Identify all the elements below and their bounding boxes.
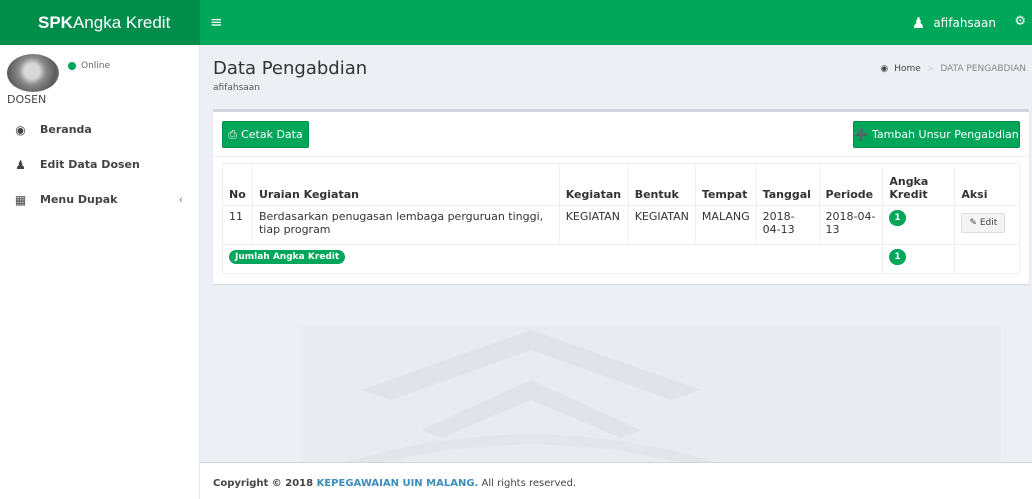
col-header-tempat: Tempat: [694, 163, 757, 206]
col-header-uraian: Uraian Kegiatan: [251, 163, 560, 206]
box-divider: [213, 156, 1029, 157]
online-status: Online: [68, 61, 110, 71]
gears-icon[interactable]: ⚙: [1014, 14, 1026, 29]
sidebar-item-label: Edit Data Dosen: [40, 158, 140, 171]
col-header-tanggal: Tanggal: [755, 163, 820, 206]
cell-periode: 2018-04-13: [818, 205, 884, 245]
sidebar-item-label: Menu Dupak: [40, 193, 118, 206]
sidebar: Online DOSEN ◉ Beranda ♟ Edit Data Dosen…: [0, 45, 200, 499]
col-header-angka-kredit: Angka Kredit: [882, 163, 956, 206]
footer: Copyright © 2018 KEPEGAWAIAN UIN MALANG.…: [200, 462, 1032, 499]
cell-sum-value: 1: [882, 244, 956, 274]
sidebar-menu: ◉ Beranda ♟ Edit Data Dosen ▦ Menu Dupak…: [0, 112, 199, 217]
cell-aksi: ✎ Edit: [954, 205, 1020, 245]
cell-kegiatan: KEGIATAN: [558, 205, 629, 245]
table-summary-row: Jumlah Angka Kredit 1: [221, 244, 1020, 274]
angka-kredit-badge: 1: [889, 210, 906, 226]
users-icon: ♟: [911, 13, 926, 32]
edit-button[interactable]: ✎ Edit: [961, 213, 1006, 233]
col-header-no: No: [222, 163, 253, 206]
chevron-left-icon: ‹: [178, 193, 183, 206]
sidebar-item-label: Beranda: [40, 123, 92, 136]
user-icon: ♟: [15, 157, 26, 172]
sidebar-item-menu-dupak[interactable]: ▦ Menu Dupak ‹: [0, 182, 199, 217]
copyright-prefix: Copyright © 2018: [213, 478, 317, 489]
cell-tanggal: 2018-04-13: [755, 205, 820, 245]
breadcrumb-current: DATA PENGABDIAN: [940, 64, 1026, 74]
col-header-periode: Periode: [818, 163, 884, 206]
brand-bold: SPK: [38, 13, 73, 32]
col-header-kegiatan: Kegiatan: [558, 163, 629, 206]
sum-label-badge: Jumlah Angka Kredit: [229, 250, 346, 264]
app-logo[interactable]: SPKAngka Kredit: [0, 0, 200, 45]
pencil-icon: ✎: [969, 218, 977, 228]
hamburger-icon[interactable]: ≡: [210, 14, 226, 31]
online-dot-icon: [68, 62, 76, 70]
user-role: DOSEN: [7, 93, 47, 106]
online-status-label: Online: [81, 61, 111, 71]
sum-value-badge: 1: [889, 249, 906, 265]
print-icon: ⎙: [228, 127, 238, 141]
page-title: Data Pengabdian: [213, 58, 368, 79]
grid-icon: ▦: [14, 192, 27, 207]
username-label: afifahsaan: [933, 15, 996, 30]
sidebar-item-edit-data-dosen[interactable]: ♟ Edit Data Dosen: [0, 147, 199, 182]
cell-no: 11: [222, 205, 253, 245]
data-pengabdian-box: ⎙ Cetak Data ➕ Tambah Unsur Pengabdian N…: [213, 109, 1029, 284]
top-navbar: SPKAngka Kredit ≡ ♟ afifahsaan ⚙: [0, 0, 1032, 45]
footer-link[interactable]: KEPEGAWAIAN UIN MALANG.: [317, 478, 479, 489]
edit-label: Edit: [979, 218, 998, 228]
avatar: [7, 54, 59, 92]
cell-bentuk: KEGIATAN: [627, 205, 696, 245]
sidebar-item-beranda[interactable]: ◉ Beranda: [0, 112, 199, 147]
dashboard-icon: ◉: [15, 122, 26, 137]
cell-sum-label: Jumlah Angka Kredit: [221, 244, 884, 274]
table-row: 11 Berdasarkan penugasan lembaga perguru…: [222, 205, 1020, 245]
table-header-row: No Uraian Kegiatan Kegiatan Bentuk Tempa…: [222, 163, 1020, 206]
pengabdian-table: No Uraian Kegiatan Kegiatan Bentuk Tempa…: [221, 163, 1020, 274]
breadcrumb: ◉ Home > DATA PENGABDIAN: [880, 64, 1026, 74]
copyright-suffix: All rights reserved.: [478, 478, 577, 489]
dashboard-icon: ◉: [880, 64, 889, 74]
col-header-bentuk: Bentuk: [627, 163, 696, 206]
print-data-label: Cetak Data: [241, 128, 303, 141]
cell-sum-empty: [954, 244, 1020, 274]
page-subtitle: afifahsaan: [213, 83, 260, 93]
cell-uraian: Berdasarkan penugasan lembaga perguruan …: [251, 205, 560, 245]
plus-circle-icon: ➕: [854, 128, 868, 141]
breadcrumb-home-link[interactable]: Home: [894, 64, 921, 74]
cell-tempat: MALANG: [694, 205, 757, 245]
print-data-button[interactable]: ⎙ Cetak Data: [222, 121, 309, 148]
user-menu[interactable]: ♟ afifahsaan: [912, 0, 996, 45]
brand-rest: Angka Kredit: [72, 13, 171, 32]
col-header-aksi: Aksi: [954, 163, 1020, 206]
add-pengabdian-label: Tambah Unsur Pengabdian: [871, 128, 1019, 141]
add-pengabdian-button[interactable]: ➕ Tambah Unsur Pengabdian: [853, 121, 1020, 148]
cell-angka-kredit: 1: [882, 205, 956, 245]
breadcrumb-separator: >: [926, 64, 935, 74]
content-header: Data Pengabdian afifahsaan: [213, 58, 367, 93]
